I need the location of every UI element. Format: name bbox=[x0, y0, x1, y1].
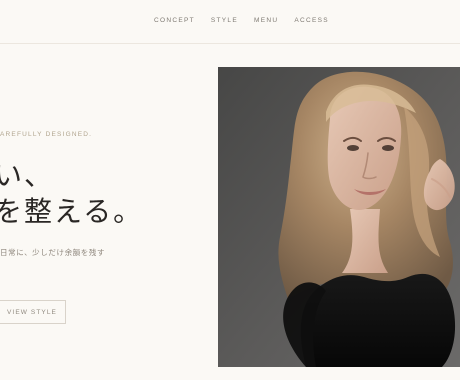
hero-tagline: AREFULLY DESIGNED. bbox=[0, 131, 93, 138]
hero-headline: い、 を整える。 bbox=[0, 158, 143, 230]
hero-headline-line-1: い、 bbox=[0, 159, 55, 192]
page: CONCEPT STYLE MENU ACCESS AREFULLY DESIG… bbox=[0, 0, 460, 380]
view-style-button[interactable]: VIEW STYLE bbox=[0, 300, 66, 324]
hero-subtext: 日常に、少しだけ余韻を残す bbox=[0, 248, 106, 257]
nav-item-concept[interactable]: CONCEPT bbox=[154, 16, 195, 26]
nav-item-access[interactable]: ACCESS bbox=[294, 16, 329, 26]
hero-headline-line-2: を整える。 bbox=[0, 195, 144, 228]
hero-portrait-image bbox=[218, 67, 460, 367]
nav-item-menu[interactable]: MENU bbox=[254, 16, 278, 26]
nav-item-style[interactable]: STYLE bbox=[211, 16, 238, 26]
main-nav: CONCEPT STYLE MENU ACCESS bbox=[154, 16, 329, 26]
site-header: CONCEPT STYLE MENU ACCESS bbox=[0, 0, 460, 44]
